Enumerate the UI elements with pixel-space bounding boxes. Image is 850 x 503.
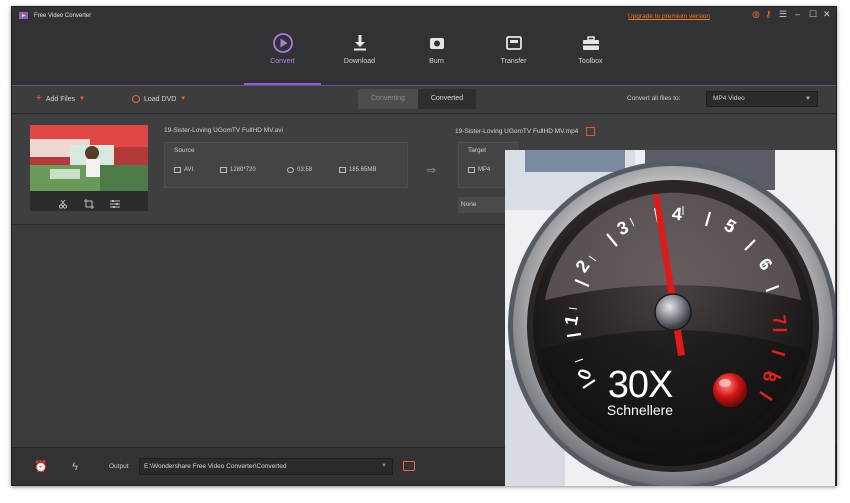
- source-label: Source: [174, 147, 195, 154]
- chevron-down-icon: ▼: [805, 96, 811, 102]
- tab-converting[interactable]: Converting: [358, 89, 418, 109]
- clock-icon: [287, 167, 294, 173]
- file-format-icon: [468, 167, 475, 173]
- effects-icon[interactable]: [110, 196, 120, 208]
- source-size: 185.65MB: [339, 167, 376, 173]
- source-resolution: 1280*720: [220, 167, 256, 173]
- convert-all-label: Convert all files to:: [627, 95, 681, 102]
- nav-label: Transfer: [500, 58, 527, 65]
- speedometer-overlay: 0 1 2 3 4 5 6 7 8 30X Schnellere: [505, 150, 835, 486]
- trim-icon[interactable]: [58, 196, 68, 209]
- target-filename-row: 19-Sister-Loving UGomTV FullHD MV.mp4: [455, 127, 596, 136]
- play-circle-icon: [272, 32, 294, 54]
- gauge-number: 1: [560, 313, 583, 328]
- gauge-number: 7: [768, 313, 791, 328]
- title-bar: Free Video Converter Upgrade to premium …: [12, 7, 836, 85]
- target-label: Target: [468, 147, 487, 154]
- thumbnail-toolbar: [30, 191, 148, 211]
- output-path-field[interactable]: E:\Wondershare Free Video Converter\Conv…: [139, 458, 393, 475]
- status-tabs: Converting Converted: [358, 89, 477, 109]
- nav-transfer[interactable]: Transfer: [475, 27, 552, 85]
- caret-down-icon[interactable]: ▼: [381, 459, 387, 474]
- crop-icon[interactable]: [84, 196, 94, 209]
- source-format: AVI: [174, 167, 193, 173]
- nav-download[interactable]: Download: [321, 27, 398, 85]
- cart-icon[interactable]: ◍: [752, 10, 760, 19]
- output-label: Output: [109, 463, 129, 470]
- nav-label: Burn: [429, 58, 444, 65]
- caret-down-icon[interactable]: ▼: [79, 96, 85, 102]
- disc-icon: [426, 32, 448, 54]
- dvd-icon: [132, 95, 140, 103]
- load-dvd-button[interactable]: Load DVD ▼: [132, 95, 186, 103]
- gauge-number: 4: [671, 203, 683, 225]
- maximize-icon[interactable]: ☐: [809, 10, 817, 19]
- minimize-icon[interactable]: –: [795, 10, 800, 19]
- key-icon[interactable]: ⚷: [765, 10, 772, 19]
- nav-label: Toolbox: [578, 58, 603, 65]
- nav-label: Convert: [270, 58, 295, 65]
- transfer-icon: [503, 32, 525, 54]
- source-duration: 03:58: [287, 167, 312, 173]
- folder-icon[interactable]: [403, 461, 415, 471]
- caret-down-icon[interactable]: ▼: [180, 96, 186, 102]
- nav-burn[interactable]: Burn: [398, 27, 475, 85]
- app-logo-icon: [19, 12, 28, 19]
- speed-multiplier-text: 30X: [607, 364, 674, 406]
- nav-convert[interactable]: Convert: [244, 27, 321, 85]
- nav-label: Download: [343, 58, 376, 65]
- edit-icon[interactable]: [586, 127, 596, 136]
- add-files-button[interactable]: + Add Files ▼: [36, 93, 85, 104]
- alarm-clock-icon[interactable]: ⏰: [34, 460, 48, 474]
- menu-icon[interactable]: ☰: [779, 10, 787, 19]
- speed-caption: Schnellere: [606, 402, 674, 418]
- output-path: E:\Wondershare Free Video Converter\Conv…: [144, 463, 287, 470]
- main-nav: Convert Download Burn Transfer Toolbox: [244, 27, 629, 85]
- format-value: MP4 Video: [713, 95, 745, 102]
- nav-toolbox[interactable]: Toolbox: [552, 27, 629, 85]
- lightning-icon[interactable]: ϟ: [68, 460, 82, 474]
- folder-size-icon: [339, 167, 346, 173]
- arrow-right-icon: ⇒: [426, 163, 437, 177]
- source-info-box: Source AVI 1280*720 03:58 185.65MB: [164, 142, 408, 188]
- target-format: MP4: [468, 167, 490, 173]
- upgrade-link[interactable]: Upgrade to premium version: [628, 13, 710, 20]
- source-filename: 19-Sister-Loving UGomTV FullHD MV.avi: [164, 127, 283, 134]
- app-title: Free Video Converter: [34, 13, 92, 19]
- toolbox-icon: [580, 32, 602, 54]
- target-filename: 19-Sister-Loving UGomTV FullHD MV.mp4: [455, 128, 579, 135]
- video-thumbnail[interactable]: [30, 125, 148, 191]
- download-icon: [349, 32, 371, 54]
- add-files-label: Add Files: [45, 95, 76, 103]
- resolution-icon: [220, 167, 227, 173]
- close-icon[interactable]: ✕: [823, 10, 831, 19]
- plus-icon: +: [36, 93, 42, 104]
- load-dvd-label: Load DVD: [144, 95, 177, 103]
- file-format-icon: [174, 167, 181, 173]
- tab-converted[interactable]: Converted: [417, 89, 477, 109]
- toolbar: + Add Files ▼ Load DVD ▼ Converting Conv…: [12, 86, 836, 114]
- output-format-select[interactable]: MP4 Video ▼: [706, 91, 818, 107]
